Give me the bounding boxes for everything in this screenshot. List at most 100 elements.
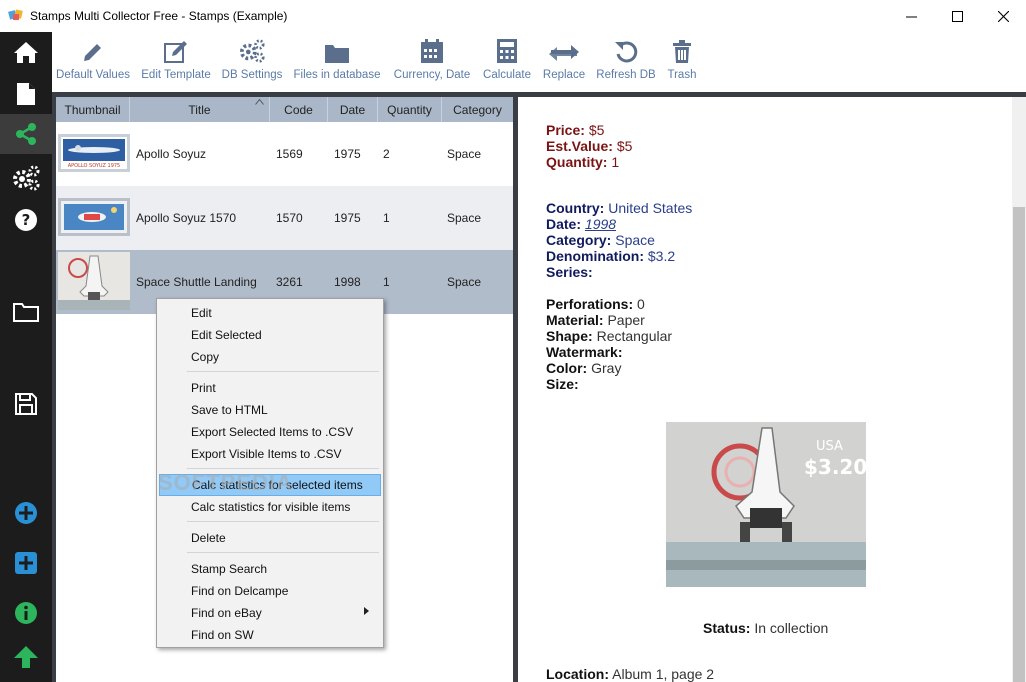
arrow-up-icon [14,646,38,668]
share-icon [16,123,36,145]
detail-category: Category: Space [546,232,655,248]
info-button[interactable] [0,593,52,633]
default-values-button[interactable]: Default Values [56,36,130,86]
menu-item-edit[interactable]: Edit [159,302,381,324]
scroll-top-button[interactable] [0,637,52,677]
detail-location: Location: Album 1, page 2 [546,666,715,682]
help-button[interactable]: ? [0,200,52,240]
menu-item-find-sw[interactable]: Find on SW [159,624,381,646]
save-icon [15,393,37,415]
menu-item-calc-stats-visible[interactable]: Calc statistics for visible items [159,496,381,518]
calculate-label: Calculate [483,69,531,81]
detail-denomination: Denomination: $3.2 [546,248,676,264]
detail-series: Series: [546,264,593,280]
calculate-button[interactable]: Calculate [482,36,532,86]
stamp-image: USA $3.20 [666,422,866,587]
menu-separator [187,552,379,553]
detail-watermark: Watermark: [546,344,623,360]
column-header-quantity[interactable]: Quantity [378,97,442,122]
toolbar: Default Values Edit Template DB Settings… [52,32,1026,92]
document-button[interactable] [0,74,52,114]
replace-button[interactable]: Replace [541,36,587,86]
cell-category: Space [447,147,482,161]
detail-est-value: Est.Value: $5 [546,138,633,154]
replace-icon [549,45,579,61]
cell-title: Apollo Soyuz [136,147,207,161]
menu-item-find-delcampe[interactable]: Find on Delcampe [159,580,381,602]
column-header-thumbnail[interactable]: Thumbnail [56,97,130,122]
column-header-date[interactable]: Date [328,97,378,122]
detail-date: Date: 1998 [546,216,617,232]
left-sidebar: ? [0,32,52,682]
cell-code: 1569 [276,147,303,161]
cell-quantity: 1 [383,275,390,289]
add-item-button[interactable] [0,493,52,533]
refresh-db-label: Refresh DB [596,69,656,81]
detail-status: Status: In collection [703,620,829,636]
menu-item-copy[interactable]: Copy [159,346,381,368]
currency-date-button[interactable]: Currency, Date [394,36,470,86]
home-button[interactable] [0,32,52,72]
menu-item-edit-selected[interactable]: Edit Selected [159,324,381,346]
replace-label: Replace [542,69,586,81]
db-settings-button[interactable]: DB Settings [221,36,283,86]
table-row[interactable]: APOLLO SOYUZ 1975 Apollo Soyuz 1569 1975… [56,122,513,186]
maximize-button[interactable] [934,0,980,32]
minimize-button[interactable] [888,0,934,32]
gears-icon [13,165,40,191]
currency-date-label: Currency, Date [393,69,471,81]
cell-date: 1975 [334,211,361,225]
close-button[interactable] [980,0,1026,32]
trash-button[interactable]: Trash [664,36,700,86]
detail-quantity: Quantity: 1 [546,154,620,170]
menu-item-export-selected-csv[interactable]: Export Selected Items to .CSV [159,421,381,443]
column-header-category[interactable]: Category [442,97,513,122]
trash-icon [673,40,691,63]
settings-button[interactable] [0,158,52,198]
menu-item-stamp-search[interactable]: Stamp Search [159,558,381,580]
menu-item-export-visible-csv[interactable]: Export Visible Items to .CSV [159,443,381,465]
cell-category: Space [447,275,482,289]
cell-quantity: 1 [383,211,390,225]
detail-material: Material: Paper [546,312,645,328]
open-folder-button[interactable] [0,292,52,332]
table-row[interactable]: Apollo Soyuz 1570 1570 1975 1 Space [56,186,513,250]
add-multiple-button[interactable] [0,543,52,583]
refresh-db-button[interactable]: Refresh DB [596,36,656,86]
column-header-title[interactable]: Title [130,97,270,122]
watermark-text: SOFTPEDIA [158,470,293,495]
minimize-icon [905,16,917,17]
menu-item-print[interactable]: Print [159,377,381,399]
menu-item-find-ebay-label: Find on eBay [191,606,262,620]
save-button[interactable] [0,384,52,424]
stamp-details-panel [518,97,1012,682]
menu-item-save-to-html[interactable]: Save to HTML [159,399,381,421]
share-button[interactable] [0,114,52,154]
sort-ascending-icon [255,99,264,105]
close-icon [997,10,1009,22]
calculator-icon [497,39,517,63]
cell-category: Space [447,211,482,225]
info-icon [15,602,37,624]
svg-text:?: ? [22,211,31,229]
default-values-label: Default Values [56,69,130,81]
column-header-title-label: Title [188,102,211,117]
db-gears-icon [239,39,265,63]
stamp-thumbnail [58,252,130,310]
files-in-database-button[interactable]: Files in database [294,36,380,86]
column-header-code[interactable]: Code [270,97,328,122]
menu-item-delete[interactable]: Delete [159,527,381,549]
pencil-icon [84,44,101,61]
stamp-image-value: $3.20 [804,455,866,479]
home-icon [14,42,38,63]
detail-size: Size: [546,376,579,392]
detail-date-link[interactable]: 1998 [585,216,616,232]
menu-item-find-ebay[interactable]: Find on eBay [159,602,381,624]
thumbnail-caption: APOLLO SOYUZ 1975 [68,163,121,169]
cell-title: Apollo Soyuz 1570 [136,211,237,225]
edit-template-button[interactable]: Edit Template [141,36,211,86]
db-settings-label: DB Settings [221,69,283,81]
details-scrollbar-thumb[interactable] [1013,207,1025,682]
cell-code: 1570 [276,211,303,225]
menu-separator [187,521,379,522]
